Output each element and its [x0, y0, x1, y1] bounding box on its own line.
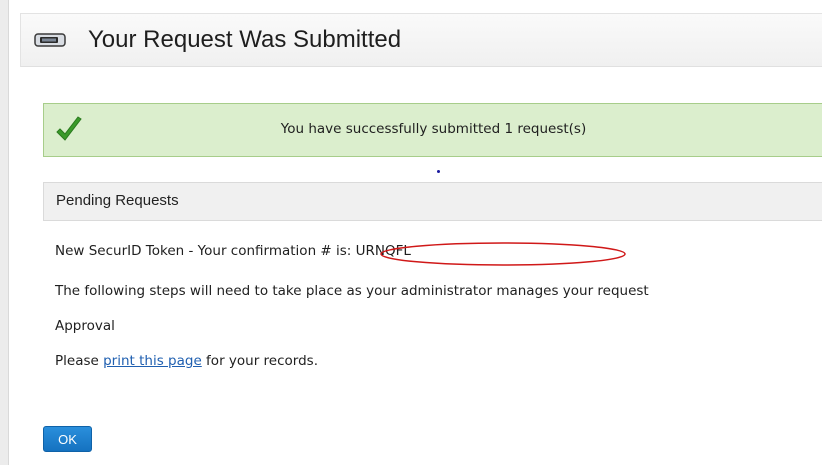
print-prefix: Please	[55, 353, 104, 369]
step-item-approval: Approval	[55, 318, 115, 334]
steps-line: The following steps will need to take pl…	[55, 283, 649, 299]
page-title: Your Request Was Submitted	[88, 26, 402, 53]
left-edge-panel	[0, 0, 9, 465]
print-page-link[interactable]: print this page	[103, 353, 202, 369]
decorative-dot	[437, 170, 440, 173]
print-suffix: for your records.	[201, 353, 319, 369]
ok-button[interactable]: OK	[43, 426, 92, 452]
confirmation-line: New SecurID Token - Your confirmation # …	[55, 243, 411, 259]
success-message: You have successfully submitted 1 reques…	[280, 121, 587, 137]
pending-requests-header: Pending Requests	[43, 182, 822, 221]
page-header: Your Request Was Submitted	[20, 13, 822, 67]
success-banner: You have successfully submitted 1 reques…	[43, 103, 822, 157]
section-title: Pending Requests	[56, 192, 179, 209]
print-instructions: Please print this page for your records.	[55, 353, 318, 369]
annotation-ellipse	[380, 242, 626, 266]
token-device-icon	[34, 33, 66, 47]
